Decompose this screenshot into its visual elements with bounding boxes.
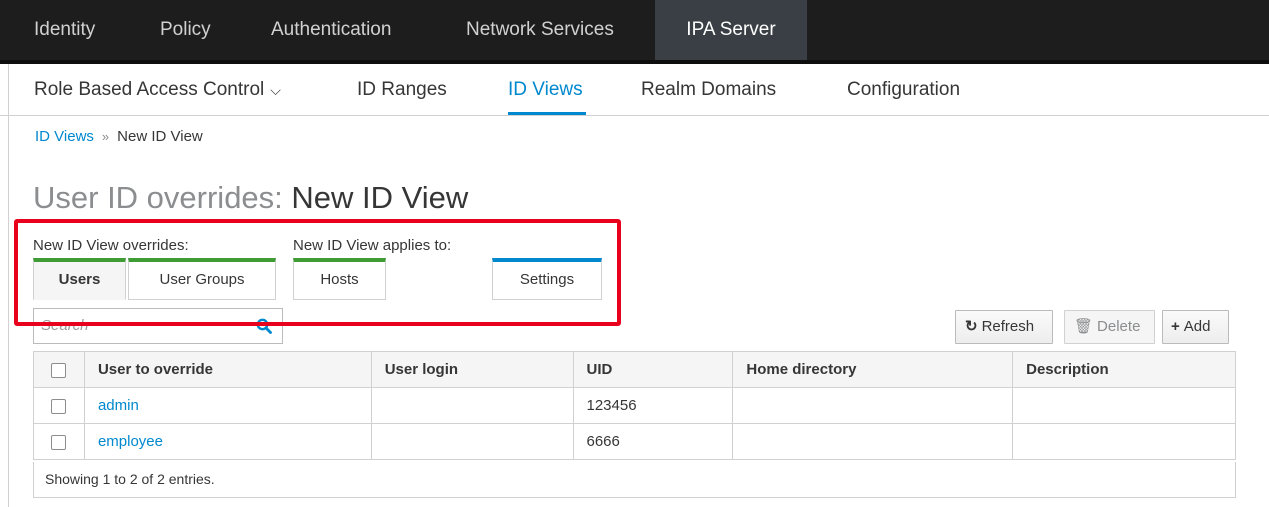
header-user-login[interactable]: User login [370, 351, 574, 388]
chevron-down-icon: ⌵ [270, 82, 281, 98]
user-cell: admin [83, 387, 372, 424]
select-all-checkbox[interactable] [51, 362, 67, 378]
home-cell [732, 387, 1014, 424]
row-select-cell [33, 423, 85, 460]
user-link[interactable]: employee [98, 433, 163, 450]
login-cell [370, 423, 574, 460]
table-row: admin 123456 [33, 387, 1236, 424]
plus-icon: + [1171, 318, 1180, 335]
header-home-directory[interactable]: Home directory [732, 351, 1014, 388]
header-description[interactable]: Description [1012, 351, 1236, 388]
row-checkbox[interactable] [51, 434, 67, 450]
overrides-table: User to override User login UID Home dir… [33, 351, 1236, 460]
login-cell [370, 387, 574, 424]
nav-authentication[interactable]: Authentication [271, 0, 391, 60]
row-checkbox[interactable] [51, 398, 67, 414]
left-border [8, 64, 9, 507]
breadcrumb-id-views-link[interactable]: ID Views [35, 128, 94, 145]
trash-icon: 🗑 [1074, 318, 1094, 335]
select-all-cell [33, 351, 85, 388]
secondary-navigation: Role Based Access Control ⌵ ID Ranges ID … [0, 64, 1269, 116]
refresh-icon: ↻ [965, 318, 978, 335]
description-cell [1012, 423, 1236, 460]
subnav-rbac-label: Role Based Access Control [34, 79, 265, 101]
subnav-realm-domains[interactable]: Realm Domains [641, 64, 776, 115]
breadcrumb-separator: » [101, 129, 110, 144]
add-label: Add [1183, 318, 1211, 335]
subnav-id-ranges[interactable]: ID Ranges [357, 64, 447, 115]
refresh-button[interactable]: ↻ Refresh [955, 310, 1053, 344]
table-footer: Showing 1 to 2 of 2 entries. [33, 462, 1236, 498]
row-select-cell [33, 387, 85, 424]
subnav-configuration[interactable]: Configuration [847, 64, 960, 115]
header-uid[interactable]: UID [572, 351, 734, 388]
delete-label: Delete [1097, 318, 1141, 335]
breadcrumb: ID Views » New ID View [35, 128, 203, 145]
add-button[interactable]: + Add [1162, 310, 1229, 344]
uid-cell: 123456 [572, 387, 734, 424]
home-cell [732, 423, 1014, 460]
subnav-rbac[interactable]: Role Based Access Control ⌵ [34, 64, 281, 115]
top-navigation: Identity Policy Authentication Network S… [0, 0, 1269, 64]
table-row: employee 6666 [33, 423, 1236, 460]
uid-cell: 6666 [572, 423, 734, 460]
breadcrumb-current: New ID View [117, 128, 203, 145]
table-header-row: User to override User login UID Home dir… [33, 351, 1236, 388]
header-user-to-override[interactable]: User to override [83, 351, 372, 388]
page-title-name: New ID View [291, 180, 469, 215]
description-cell [1012, 387, 1236, 424]
highlight-box [14, 219, 621, 326]
nav-identity[interactable]: Identity [34, 0, 95, 60]
refresh-label: Refresh [981, 318, 1035, 335]
user-link[interactable]: admin [98, 397, 139, 414]
page-title: User ID overrides: New ID View [33, 180, 468, 216]
subnav-id-views[interactable]: ID Views [508, 64, 583, 115]
user-cell: employee [83, 423, 372, 460]
nav-policy[interactable]: Policy [160, 0, 211, 60]
nav-ipa-server[interactable]: IPA Server [655, 0, 807, 60]
nav-network-services[interactable]: Network Services [466, 0, 614, 60]
active-tab-underline [508, 112, 586, 115]
delete-button[interactable]: 🗑 Delete [1064, 310, 1155, 344]
page-title-prefix: User ID overrides: [33, 180, 283, 215]
